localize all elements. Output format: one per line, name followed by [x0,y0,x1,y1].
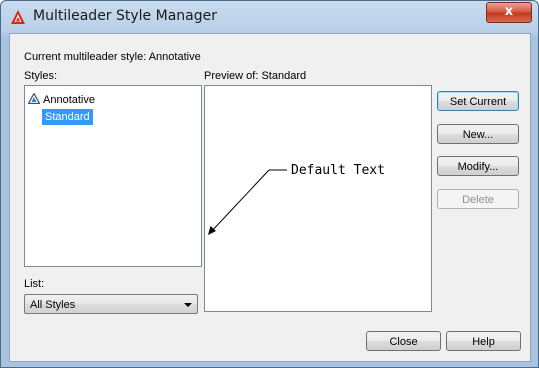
window-close-button[interactable]: x [486,2,532,23]
dialog-window: Multileader Style Manager x Current mult… [0,0,539,368]
new-button[interactable]: New... [437,124,519,144]
window-title: Multileader Style Manager [33,8,217,24]
annotative-icon [28,93,40,104]
preview-panel: Default Text [204,85,432,312]
style-item-annotative[interactable]: Annotative [28,92,95,108]
preview-default-text: Default Text [291,163,385,178]
close-button[interactable]: Close [366,331,441,351]
list-filter-value: All Styles [30,299,76,311]
styles-label: Styles: [24,70,58,82]
autocad-app-icon [11,10,25,24]
list-filter-select[interactable]: All Styles [24,294,198,314]
preview-label: Preview of: Standard [204,70,307,82]
styles-list[interactable]: Annotative Standard [24,85,202,267]
set-current-button[interactable]: Set Current [437,91,519,111]
preview-drawing: Default Text [208,163,385,235]
style-item-standard[interactable]: Standard [42,109,93,125]
dialog-client-area: Current multileader style: Annotative St… [9,33,531,362]
list-label: List: [24,278,45,290]
help-button[interactable]: Help [446,331,521,351]
style-item-label: Annotative [43,94,95,106]
current-style-label: Current multileader style: Annotative [24,51,201,63]
title-bar[interactable]: Multileader Style Manager x [1,1,538,33]
modify-button[interactable]: Modify... [437,156,519,176]
chevron-down-icon [184,303,192,307]
delete-button: Delete [437,189,519,209]
